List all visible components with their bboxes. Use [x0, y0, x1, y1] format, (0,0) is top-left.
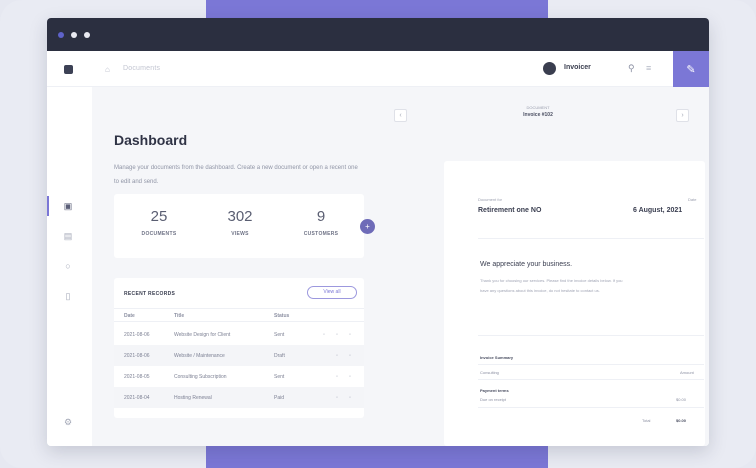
- edit-icon[interactable]: ◦: [336, 332, 338, 338]
- view-all-button[interactable]: View all: [307, 286, 357, 299]
- stats-card: 25 DOCUMENTS 302 VIEWS 9 CUSTOMERS: [114, 194, 364, 258]
- stat-value: 9: [316, 208, 326, 225]
- column-header-status[interactable]: Status: [274, 313, 289, 319]
- row-title: Website Design for Client: [174, 332, 231, 338]
- row-status: Paid: [274, 395, 285, 401]
- table-row[interactable]: 2021-08-06 Website / Maintenance Draft ◦…: [114, 345, 364, 366]
- main-content: Dashboard Manage your documents from the…: [92, 87, 709, 446]
- avatar[interactable]: [543, 62, 556, 75]
- stat-label: VIEWS: [231, 231, 249, 237]
- row-status: Draft: [274, 353, 285, 359]
- window-maximize-dot[interactable]: [84, 31, 90, 38]
- plus-icon: +: [365, 222, 370, 231]
- breadcrumb-home-icon[interactable]: ⌂: [105, 65, 110, 74]
- table-row[interactable]: 2021-08-05 Consulting Subscription Sent …: [114, 366, 364, 387]
- row-title: Hosting Renewal: [174, 395, 212, 401]
- column-header-title[interactable]: Title: [174, 313, 184, 319]
- doc-item-label: Consulting: [480, 370, 499, 375]
- row-date: 2021-08-05: [124, 374, 150, 380]
- window-close-dot[interactable]: [58, 31, 64, 38]
- edit-button[interactable]: ✎: [673, 51, 709, 87]
- divider: [478, 335, 704, 336]
- doc-for-label: Document for: [478, 197, 503, 202]
- table-header: Date Title Status: [114, 308, 364, 322]
- delete-icon[interactable]: ◦: [349, 353, 351, 359]
- stat-label: DOCUMENTS: [141, 231, 177, 237]
- doc-for-value: Retirement one NO: [478, 207, 542, 214]
- doc-date-label: Date: [688, 197, 697, 202]
- add-button[interactable]: +: [360, 219, 375, 234]
- page-description: Manage your documents from the dashboard…: [114, 165, 358, 185]
- sidebar: ▣ ▤ ○ ▯ ⚙: [47, 87, 92, 446]
- window-titlebar: [47, 18, 709, 51]
- reports-icon[interactable]: ▯: [63, 291, 73, 301]
- menu-icon[interactable]: ≡: [646, 63, 651, 73]
- accent-band-bottom: [206, 446, 548, 468]
- documents-icon[interactable]: ▤: [63, 231, 73, 241]
- notifications-icon[interactable]: ⚲: [628, 63, 635, 74]
- preview-subtitle: Invoice #102: [523, 112, 553, 118]
- delete-icon[interactable]: ◦: [349, 332, 351, 338]
- previous-icon[interactable]: ‹: [394, 109, 407, 122]
- row-title: Website / Maintenance: [174, 353, 225, 359]
- dashboard-icon[interactable]: ▣: [63, 201, 73, 211]
- doc-heading: We appreciate your business.: [480, 261, 573, 268]
- stat-customers: 9 CUSTOMERS: [281, 208, 361, 237]
- settings-icon[interactable]: ⚙: [63, 417, 73, 427]
- table-row[interactable]: 2021-08-04 Hosting Renewal Paid ◦ ◦: [114, 387, 364, 408]
- row-date: 2021-08-06: [124, 332, 150, 338]
- delete-icon[interactable]: ◦: [349, 395, 351, 401]
- app-logo[interactable]: [64, 65, 73, 74]
- document-page: Document for Retirement one NO Date 6 Au…: [444, 161, 705, 446]
- doc-paragraph: Thank you for choosing our services. Ple…: [480, 278, 623, 293]
- edit-icon[interactable]: ◦: [336, 374, 338, 380]
- doc-total-label: Total: [642, 418, 651, 423]
- edit-icon[interactable]: ◦: [336, 395, 338, 401]
- doc-item-value: $0.00: [676, 397, 687, 402]
- delete-icon[interactable]: ◦: [349, 374, 351, 380]
- divider: [478, 407, 704, 408]
- stat-value: 25: [150, 208, 168, 225]
- recent-records-title: RECENT RECORDS: [124, 291, 176, 297]
- view-icon[interactable]: ◦: [323, 332, 325, 338]
- doc-section-title: Invoice Summary: [480, 355, 514, 360]
- app-window: ⌂ Documents Invoicer ⚲ ≡ ✎ ▣ ▤ ○ ▯ ⚙ Das…: [47, 18, 709, 446]
- stat-value: 302: [227, 208, 253, 225]
- window-minimize-dot[interactable]: [71, 31, 77, 38]
- stat-documents: 25 DOCUMENTS: [119, 208, 199, 237]
- divider: [478, 379, 704, 380]
- stat-views: 302 VIEWS: [200, 208, 280, 237]
- preview-label: DOCUMENT: [526, 105, 550, 110]
- table-row[interactable]: 2021-08-06 Website Design for Client Sen…: [114, 324, 364, 345]
- row-status: Sent: [274, 374, 285, 380]
- doc-item-label: Payment terms: [480, 388, 509, 393]
- pencil-icon: ✎: [686, 63, 696, 76]
- user-name[interactable]: Invoicer: [564, 64, 591, 71]
- doc-item-sub: Due on receipt: [480, 397, 507, 402]
- edit-icon[interactable]: ◦: [336, 353, 338, 359]
- breadcrumb[interactable]: Documents: [123, 65, 160, 72]
- row-title: Consulting Subscription: [174, 374, 227, 380]
- recent-records-card: RECENT RECORDS View all Date Title Statu…: [114, 278, 364, 418]
- row-date: 2021-08-04: [124, 395, 150, 401]
- divider: [478, 364, 704, 365]
- page-title: Dashboard: [114, 132, 188, 148]
- doc-item-value: Amount: [680, 370, 694, 375]
- divider: [478, 238, 704, 239]
- stat-label: CUSTOMERS: [303, 231, 339, 237]
- next-icon[interactable]: ›: [676, 109, 689, 122]
- customers-icon[interactable]: ○: [63, 261, 73, 271]
- background-frame: ⌂ Documents Invoicer ⚲ ≡ ✎ ▣ ▤ ○ ▯ ⚙ Das…: [0, 0, 756, 468]
- doc-date-value: 6 August, 2021: [633, 207, 683, 214]
- row-status: Sent: [274, 332, 285, 338]
- app-header: ⌂ Documents Invoicer ⚲ ≡: [47, 51, 709, 87]
- doc-total-value: $0.00: [676, 418, 687, 423]
- sidebar-active-indicator: [47, 196, 49, 216]
- column-header-date[interactable]: Date: [124, 313, 135, 319]
- document-preview-panel: ‹ DOCUMENT Invoice #102 › Document for R…: [388, 87, 709, 446]
- row-date: 2021-08-06: [124, 353, 150, 359]
